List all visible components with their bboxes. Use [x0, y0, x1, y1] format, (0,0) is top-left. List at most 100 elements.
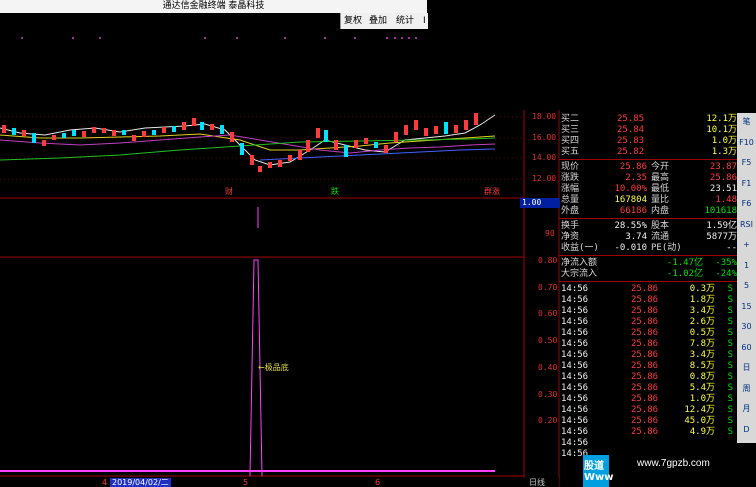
tick-row: 14:56 25.86 4.9万 S: [561, 427, 737, 438]
tick-volume: 1.0万: [689, 394, 715, 404]
dotted-marks: [21, 37, 417, 39]
tick-time: 14:56: [561, 339, 589, 349]
ask-volume: 10.1万: [706, 125, 737, 135]
ask-label: 买二: [561, 114, 580, 124]
tick-row: 14:56 25.86 1.0万 S: [561, 394, 737, 405]
stat-value: 10.00%: [614, 184, 647, 194]
tick-price: 25.86: [631, 372, 659, 382]
marker-qun: 群涨: [484, 187, 500, 196]
sidebar-button-3[interactable]: F1: [738, 177, 755, 190]
sidebar-button-14[interactable]: 月: [738, 402, 755, 415]
tick-volume: 8.5万: [689, 361, 715, 371]
stat-value: 3.74: [625, 232, 647, 242]
sidebar-button-2[interactable]: F5: [738, 156, 755, 169]
ask-volume: 12.1万: [706, 114, 737, 124]
tick-side: S: [727, 394, 733, 404]
tick-row: 14:56 25.86 0.5万 S: [561, 328, 737, 339]
tick-row: 14:56: [561, 438, 737, 449]
tick-row: 14:56 25.86 45.0万 S: [561, 416, 737, 427]
period-label[interactable]: 日线: [529, 478, 545, 487]
bottom-num-mid: 5: [243, 478, 249, 487]
ask-price: 25.83: [617, 136, 645, 146]
sidebar-button-15[interactable]: D: [738, 423, 755, 436]
tick-side: S: [727, 306, 733, 316]
ind-tick-030: 0.30: [538, 390, 558, 399]
tick-volume: 12.4万: [684, 405, 715, 415]
sidebar-button-7[interactable]: 1: [738, 259, 755, 272]
stat-row: 净资 3.74 流通 5877万: [561, 232, 737, 243]
stat-row: 收益(一) -0.010 PE(动) --: [561, 243, 737, 254]
crosshair-date: 2019/04/02/二: [110, 478, 171, 487]
ask-volume: 1.3万: [711, 147, 737, 157]
tick-row: 14:56 25.86 3.4万 S: [561, 306, 737, 317]
ask-volume: 1.0万: [711, 136, 737, 146]
sidebar-button-6[interactable]: +: [738, 238, 755, 251]
stat-value: --: [726, 243, 737, 253]
flow-value: -1.47亿: [666, 258, 703, 268]
stat-label: 量比: [651, 195, 670, 205]
stat-value: 167804: [614, 195, 647, 205]
sidebar-button-1[interactable]: F10: [738, 136, 755, 149]
sidebar-button-0[interactable]: 笔: [738, 115, 755, 128]
tick-time: 14:56: [561, 295, 589, 305]
tick-volume: 4.9万: [689, 427, 715, 437]
watermark-logo: 股道Www: [584, 461, 614, 483]
flow-label: 净流入额: [561, 258, 598, 268]
ind-tick-040: 0.40: [538, 363, 558, 372]
stat-row: 涨跌 2.35 最高 25.86: [561, 173, 737, 184]
tick-time: 14:56: [561, 427, 589, 437]
tick-price: 25.86: [631, 416, 659, 426]
flow-pct: -24%: [715, 269, 737, 279]
stat-value: 23.87: [709, 162, 737, 172]
watermark: 股道Www www.7gpzb.com: [583, 455, 756, 487]
candlesticks: [2, 113, 478, 172]
stat-value: 25.86: [619, 162, 647, 172]
tick-price: 25.86: [631, 427, 659, 437]
sidebar-button-8[interactable]: 5: [738, 279, 755, 292]
tick-price: 25.86: [631, 350, 659, 360]
stat-value: 28.55%: [614, 221, 647, 231]
tick-time: 14:56: [561, 328, 589, 338]
tick-time: 14:56: [561, 383, 589, 393]
tick-volume: 0.8万: [689, 372, 715, 382]
sidebar-button-10[interactable]: 30: [738, 320, 755, 333]
ask-row: 买五 25.82 1.3万: [561, 147, 737, 158]
stat-label: 换手: [561, 221, 580, 231]
tick-row: 14:56 25.86 5.4万 S: [561, 383, 737, 394]
quote-separator: [559, 218, 737, 219]
sidebar-button-5[interactable]: RSI: [738, 218, 755, 231]
ind-tick-080: 0.80: [538, 256, 558, 265]
tick-time: 14:56: [561, 284, 589, 294]
sidebar-button-11[interactable]: 60: [738, 341, 755, 354]
tick-volume: 0.3万: [689, 284, 715, 294]
bottom-num-right: 6: [375, 478, 381, 487]
bottom-annotation: ←极品底: [258, 363, 289, 372]
ind-tick-070: 0.70: [538, 283, 558, 292]
tick-time: 14:56: [561, 405, 589, 415]
sidebar-button-9[interactable]: 15: [738, 300, 755, 313]
ind-tick-050: 0.50: [538, 336, 558, 345]
stat-value: 66186: [619, 206, 647, 216]
stat-value: 1.59亿: [706, 221, 737, 231]
flow-row: 净流入额 -1.47亿 -35%: [561, 258, 737, 269]
tick-time: 14:56: [561, 350, 589, 360]
tick-side: S: [727, 372, 733, 382]
tick-price: 25.86: [631, 317, 659, 327]
sidebar-button-4[interactable]: F6: [738, 197, 755, 210]
flow-value: -1.02亿: [666, 269, 703, 279]
tick-row: 14:56 25.86 3.4万 S: [561, 350, 737, 361]
ask-price: 25.82: [617, 147, 645, 157]
stat-row: 涨幅 10.00% 最低 23.51: [561, 184, 737, 195]
volume-value-box: 1.00: [520, 198, 560, 208]
stat-label: 流通: [651, 232, 670, 242]
sidebar-button-12[interactable]: 日: [738, 361, 755, 374]
tick-row: 14:56 25.86 12.4万 S: [561, 405, 737, 416]
sidebar-button-13[interactable]: 周: [738, 382, 755, 395]
quote-separator: [559, 281, 737, 282]
stat-value: 5877万: [706, 232, 737, 242]
price-tick-14: 14.00: [532, 153, 557, 162]
stat-value: 1.48: [715, 195, 737, 205]
stat-label: 涨跌: [561, 173, 580, 183]
stat-value: 23.51: [709, 184, 737, 194]
ask-row: 买三 25.84 10.1万: [561, 125, 737, 136]
